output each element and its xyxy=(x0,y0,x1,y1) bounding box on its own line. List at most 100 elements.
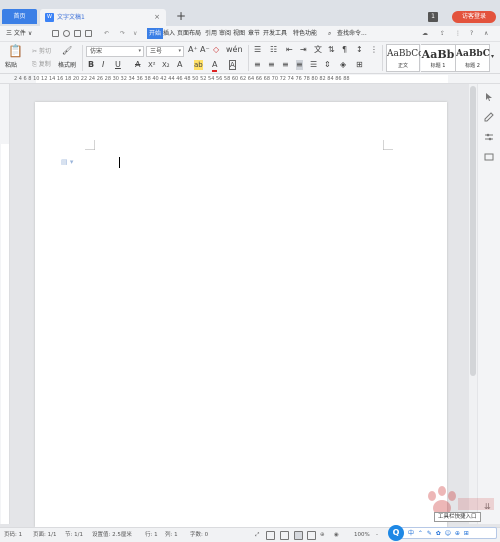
bold-icon[interactable]: B xyxy=(88,60,94,70)
web-view-icon[interactable] xyxy=(307,531,316,540)
phonetic-icon[interactable]: wén xyxy=(226,45,243,55)
translate-icon[interactable] xyxy=(484,152,494,162)
borders-icon[interactable]: ⊞ xyxy=(356,60,363,70)
font-size-select[interactable]: 三号 ▾ xyxy=(146,46,184,57)
menu-tab-section[interactable]: 章节 xyxy=(248,28,260,39)
underline-icon[interactable]: U xyxy=(115,60,121,70)
cloud-icon[interactable]: ☁ xyxy=(422,28,428,39)
paste-icon[interactable]: 📋 xyxy=(8,45,23,57)
help-icon[interactable]: ? xyxy=(470,28,473,39)
copy-button[interactable]: ⎘ 复制 xyxy=(32,61,51,69)
style-heading-2[interactable]: AaBbC 标题 2 xyxy=(456,44,490,72)
file-menu[interactable]: 三 文件 ∨ xyxy=(6,28,32,39)
line-spacing-icon[interactable]: ↕ xyxy=(356,45,363,55)
menu-tab-reference[interactable]: 引用 xyxy=(205,28,217,39)
status-words: 字数: 0 xyxy=(190,532,209,538)
cut-button[interactable]: ✂ 剪切 xyxy=(32,48,51,56)
output-pdf-icon[interactable] xyxy=(63,30,70,37)
eye-protect-icon[interactable]: ◉ xyxy=(334,531,339,539)
paste-label[interactable]: 粘贴 xyxy=(5,62,17,70)
menu-tab-review[interactable]: 审阅 xyxy=(219,28,231,39)
shrink-font-icon[interactable]: A⁻ xyxy=(200,45,210,55)
chinese-layout-icon[interactable]: 文 xyxy=(314,45,322,55)
italic-icon[interactable]: I xyxy=(102,60,104,70)
font-name-select[interactable]: 仿宋 ▾ xyxy=(86,46,144,57)
right-side-panel: ⇊ xyxy=(478,84,500,524)
undo-icon[interactable]: ↶ xyxy=(104,28,109,39)
more-icon[interactable]: ⋮ xyxy=(455,28,461,39)
adjust-icon[interactable] xyxy=(484,132,494,142)
share-icon[interactable]: ⇪ xyxy=(440,28,445,39)
number-list-icon[interactable]: ☷ xyxy=(270,45,277,55)
style-heading-1[interactable]: AaBb 标题 1 xyxy=(421,44,456,72)
menu-tab-developer[interactable]: 开发工具 xyxy=(263,28,287,39)
menu-tab-page-layout[interactable]: 页面布局 xyxy=(177,28,201,39)
save-icon[interactable] xyxy=(52,30,59,37)
format-painter-icon[interactable]: 🖌 xyxy=(62,46,72,56)
reading-mode-icon[interactable] xyxy=(266,531,275,540)
pen-icon[interactable] xyxy=(484,112,494,122)
menu-tab-start[interactable]: 开始 xyxy=(147,28,164,39)
distributed-icon[interactable]: ☰ xyxy=(310,60,317,70)
floating-toolbar[interactable]: Q 中 ⌃ ✎ ✿ ☺ ⊕ ⊞ xyxy=(388,525,497,541)
close-tab-icon[interactable]: × xyxy=(154,13,160,22)
fullscreen-icon[interactable]: ⤢ xyxy=(255,531,259,539)
menu-tab-insert[interactable]: 插入 xyxy=(163,28,175,39)
strikethrough-icon[interactable]: A xyxy=(135,60,140,70)
document-page[interactable]: ▤ ▾ xyxy=(35,102,447,527)
floating-toolbar-icons[interactable]: 中 ⌃ ✎ ✿ ☺ ⊕ ⊞ xyxy=(408,529,470,538)
globe-icon[interactable]: ⊕ xyxy=(320,531,325,539)
menu-tab-view[interactable]: 视图 xyxy=(233,28,245,39)
tab-document[interactable]: W 文字文稿1 × xyxy=(40,9,166,26)
status-row: 行: 1 xyxy=(145,532,158,538)
zoom-out-button[interactable]: - xyxy=(376,531,378,539)
select-icon[interactable] xyxy=(484,92,494,102)
vertical-ruler[interactable] xyxy=(0,84,10,524)
format-painter-label[interactable]: 格式刷 xyxy=(58,62,76,70)
outline-view-icon[interactable] xyxy=(280,531,289,540)
text-effect-icon[interactable]: A xyxy=(177,60,182,70)
decrease-indent-icon[interactable]: ⇤ xyxy=(286,45,293,55)
add-tab-button[interactable]: + xyxy=(176,10,186,22)
zoom-level[interactable]: 100% xyxy=(354,531,370,539)
vertical-scrollbar[interactable] xyxy=(469,84,477,524)
font-color-icon[interactable]: A xyxy=(212,60,218,72)
window-count-badge[interactable]: 1 xyxy=(428,12,438,22)
subscript-icon[interactable]: X₂ xyxy=(162,60,170,70)
shading-icon[interactable]: ◈ xyxy=(340,60,346,70)
styles-more-icon[interactable]: ▾ xyxy=(491,52,494,62)
search-icon[interactable]: ⌕ xyxy=(328,28,331,39)
align-right-icon[interactable]: ≡ xyxy=(282,60,289,70)
floating-toolbar-logo-icon[interactable]: Q xyxy=(388,525,404,541)
line-spacing-dropdown-icon[interactable]: ⇕ xyxy=(324,60,331,70)
menu-tab-features[interactable]: 特色功能 xyxy=(293,28,317,39)
login-button[interactable]: 访客登录 xyxy=(452,11,496,23)
redo-icon[interactable]: ↷ xyxy=(120,28,125,39)
bullet-list-icon[interactable]: ☰ xyxy=(254,45,261,55)
page-view-icon[interactable] xyxy=(294,531,303,540)
tab-document-label: 文字文稿1 xyxy=(57,14,85,21)
tab-home[interactable]: 首页 xyxy=(2,9,37,24)
paragraph-handle-icon[interactable]: ▤ ▾ xyxy=(61,158,73,166)
collapse-ribbon-icon[interactable]: ∧ xyxy=(484,28,488,39)
highlight-icon[interactable]: ab xyxy=(194,60,203,70)
more-chevron-icon[interactable]: ∨ xyxy=(133,28,137,39)
align-center-icon[interactable]: ≡ xyxy=(268,60,275,70)
print-icon[interactable] xyxy=(74,30,81,37)
print-preview-icon[interactable] xyxy=(85,30,92,37)
sort-icon[interactable]: ⇅ xyxy=(328,45,335,55)
justify-icon[interactable]: ≡ xyxy=(296,60,303,70)
show-marks-icon[interactable]: ¶ xyxy=(342,45,347,55)
horizontal-ruler[interactable]: 2 4 6 8 10 12 14 16 18 20 22 24 26 28 30… xyxy=(0,74,500,84)
align-left-icon[interactable]: ≡ xyxy=(254,60,261,70)
char-border-icon[interactable]: A xyxy=(229,60,236,70)
indent-list-icon[interactable]: ⋮ xyxy=(370,45,378,55)
search-command-input[interactable]: 查找命令... xyxy=(337,28,367,39)
superscript-icon[interactable]: X² xyxy=(148,60,156,70)
grow-font-icon[interactable]: A⁺ xyxy=(188,45,198,55)
style-normal[interactable]: AaBbCcI 正文 xyxy=(386,44,427,72)
scrollbar-thumb[interactable] xyxy=(470,86,476,376)
clear-format-icon[interactable]: ◇ xyxy=(213,45,219,55)
increase-indent-icon[interactable]: ⇥ xyxy=(300,45,307,55)
status-pages: 页面: 1/1 xyxy=(33,532,57,538)
